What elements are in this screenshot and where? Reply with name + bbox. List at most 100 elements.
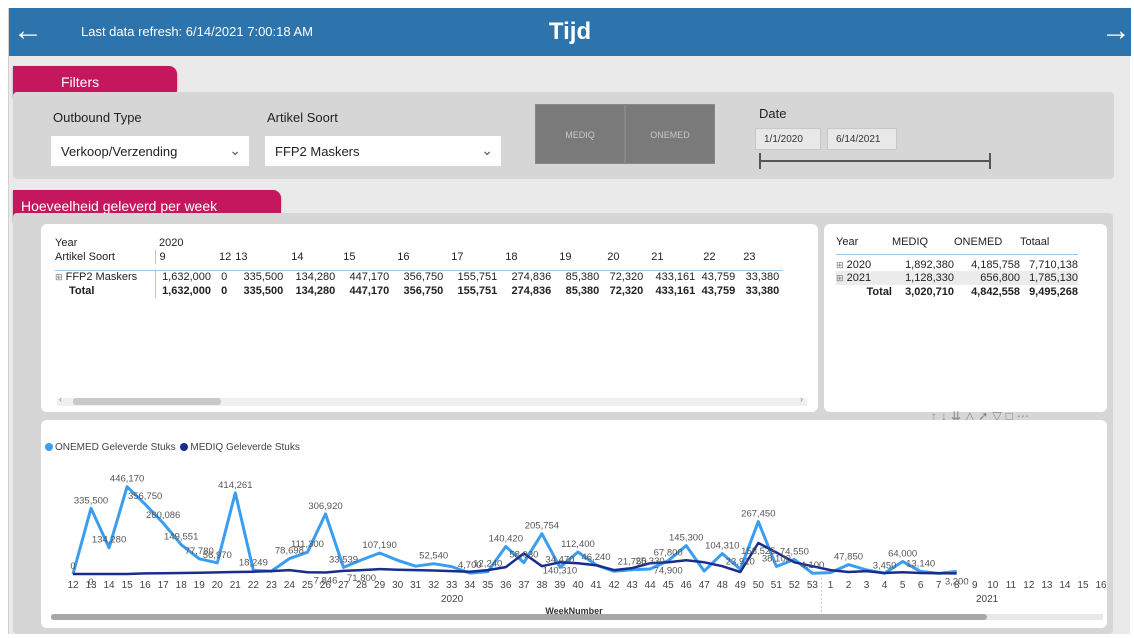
summary-header-totaal: Totaal <box>1020 236 1050 248</box>
data-label-onemed: 134,280 <box>92 535 126 546</box>
summary-header-mediq: MEDIQ <box>892 236 929 248</box>
matrix-hscrollbar[interactable]: ‹ › <box>57 394 807 406</box>
data-label-onemed: 306,920 <box>308 501 342 512</box>
x-tick-label: 7 <box>936 580 942 591</box>
expand-icon[interactable]: ⊞ <box>836 260 844 270</box>
legend-dot-onemed <box>45 443 53 451</box>
data-label-onemed: 4,100 <box>801 560 825 571</box>
summary-total-totaal: 9,495,268 <box>1029 286 1078 298</box>
date-slider-handle-start[interactable] <box>759 153 761 169</box>
section-quantity-text: Hoeveelheid geleverd per week <box>21 198 218 214</box>
x-tick-label: 53 <box>807 580 819 591</box>
data-label-onemed: 23,910 <box>726 556 755 567</box>
summary-year: 2020 <box>846 259 872 271</box>
tile-onemed[interactable]: ONEMED <box>625 104 715 164</box>
matrix-cell: 134,280 <box>295 271 336 284</box>
matrix-cell: 33,380 <box>745 285 780 297</box>
x-tick-label: 34 <box>464 580 476 591</box>
page-title: Tijd <box>548 18 592 45</box>
scroll-right-icon[interactable]: › <box>800 394 803 404</box>
data-label-onemed: 34,470 <box>545 554 574 565</box>
x-tick-label: 44 <box>645 580 657 591</box>
report-canvas: ← Last data refresh: 6/14/2021 7:00:18 A… <box>8 8 1131 634</box>
data-label-mediq: 140,310 <box>543 565 577 576</box>
data-label-mediq: 158,525 <box>741 546 775 557</box>
matrix-cell: 43,759 <box>701 285 736 297</box>
matrix-week-header: 16 <box>397 251 410 263</box>
data-label-onemed: 414,261 <box>218 480 252 491</box>
x-tick-label: 6 <box>918 580 924 591</box>
matrix-cell: 134,280 <box>295 285 336 297</box>
data-label-onemed: 33,539 <box>329 554 358 565</box>
date-slider-track[interactable] <box>761 160 991 162</box>
x-tick-label: 40 <box>572 580 584 591</box>
x-tick-label: 2 <box>846 580 852 591</box>
summary-year: 2021 <box>846 272 872 284</box>
summary-row[interactable]: ⊞ 2020 1,892,380 4,185,758 7,710,138 <box>836 255 1078 271</box>
scroll-left-icon[interactable]: ‹ <box>59 394 62 404</box>
matrix-cell: 155,751 <box>457 271 498 284</box>
date-start-input[interactable]: 1/1/2020 <box>755 128 821 150</box>
matrix-week-header: 21 <box>651 251 664 263</box>
matrix-week-header: 14 <box>291 251 304 263</box>
x-tick-label: 15 <box>122 580 134 591</box>
outbound-type-dropdown[interactable]: Verkoop/Verzending ⌄ <box>51 136 249 166</box>
data-label-onemed: 18,249 <box>239 557 268 568</box>
data-label-onemed: 12,240 <box>473 559 502 570</box>
data-label-onemed: 13,140 <box>906 558 935 569</box>
expand-icon[interactable]: ⊞ <box>55 272 63 282</box>
matrix-row-label[interactable]: ⊞ FFP2 Maskers <box>55 270 155 284</box>
outbound-type-value: Verkoop/Verzending <box>61 144 178 159</box>
matrix-week-header: 12 <box>219 251 232 263</box>
artikel-soort-dropdown[interactable]: FFP2 Maskers ⌄ <box>265 136 501 166</box>
data-label-onemed: 205,754 <box>525 521 559 532</box>
matrix-scroll-thumb[interactable] <box>73 398 221 405</box>
summary-mediq: 1,892,380 <box>905 259 954 271</box>
x-tick-label: 11 <box>1006 580 1017 591</box>
x-tick-label: 16 <box>140 580 152 591</box>
matrix-cell: 1,632,000 <box>154 284 215 298</box>
year-label-2020: 2020 <box>441 594 464 605</box>
matrix-cell: 85,380 <box>565 271 600 284</box>
data-label-mediq: 3,200 <box>945 576 969 587</box>
x-tick-label: 15 <box>1077 580 1089 591</box>
summary-total-mediq: 3,020,710 <box>905 286 954 298</box>
summary-totaal: 7,710,138 <box>1029 259 1078 271</box>
x-tick-label: 30 <box>392 580 404 591</box>
data-label-onemed: 335,500 <box>74 495 108 506</box>
data-label-onemed: 356,750 <box>128 491 162 502</box>
x-tick-label: 23 <box>266 580 278 591</box>
matrix-week-header: 20 <box>607 251 620 263</box>
data-label-onemed: 149,551 <box>164 532 198 543</box>
data-label-onemed: 260,086 <box>146 510 180 521</box>
summary-visual[interactable]: Year MEDIQ ONEMED Totaal ⊞ 2020 1,892,38… <box>824 224 1107 412</box>
x-tick-label: 50 <box>753 580 765 591</box>
chevron-down-icon: ⌄ <box>481 142 493 158</box>
data-label-onemed: 112,400 <box>561 539 595 550</box>
line-chart: 12 13 14 15 16 17 18 19 20 21 22 23 24 25 26 27 28 29 30 31… <box>67 474 1107 616</box>
x-tick-label: 35 <box>482 580 494 591</box>
x-tick-label: 49 <box>735 580 747 591</box>
chart-scroll-thumb[interactable] <box>51 614 987 620</box>
tile-mediq[interactable]: MEDIQ <box>535 104 625 164</box>
matrix-visual[interactable]: Year 2020 Artikel Soort 9 12 13 14 15 16 17 18 1… <box>41 224 818 412</box>
outbound-type-label: Outbound Type <box>53 110 142 125</box>
x-tick-label: 13 <box>1041 580 1053 591</box>
arrow-right-icon[interactable]: → <box>1101 16 1131 46</box>
date-slider-handle-end[interactable] <box>989 153 991 169</box>
x-tick-label: 25 <box>302 580 314 591</box>
chart-hscrollbar[interactable] <box>51 614 1103 620</box>
summary-row[interactable]: ⊞ 2021 1,128,330 656,800 1,785,130 <box>836 271 1078 285</box>
matrix-week-header: 17 <box>451 251 464 263</box>
date-end-input[interactable]: 6/14/2021 <box>827 128 897 150</box>
row-label-text: FFP2 Maskers <box>65 271 138 284</box>
date-label: Date <box>759 106 787 121</box>
expand-icon[interactable]: ⊞ <box>836 273 844 283</box>
data-label-onemed: 267,450 <box>741 509 775 520</box>
matrix-week-header: 9 <box>154 250 215 264</box>
x-tick-label: 24 <box>284 580 296 591</box>
summary-onemed: 4,185,758 <box>971 259 1020 271</box>
x-tick-label: 47 <box>699 580 711 591</box>
matrix-cell: 447,170 <box>349 271 390 284</box>
matrix-cell: 356,750 <box>403 285 444 297</box>
